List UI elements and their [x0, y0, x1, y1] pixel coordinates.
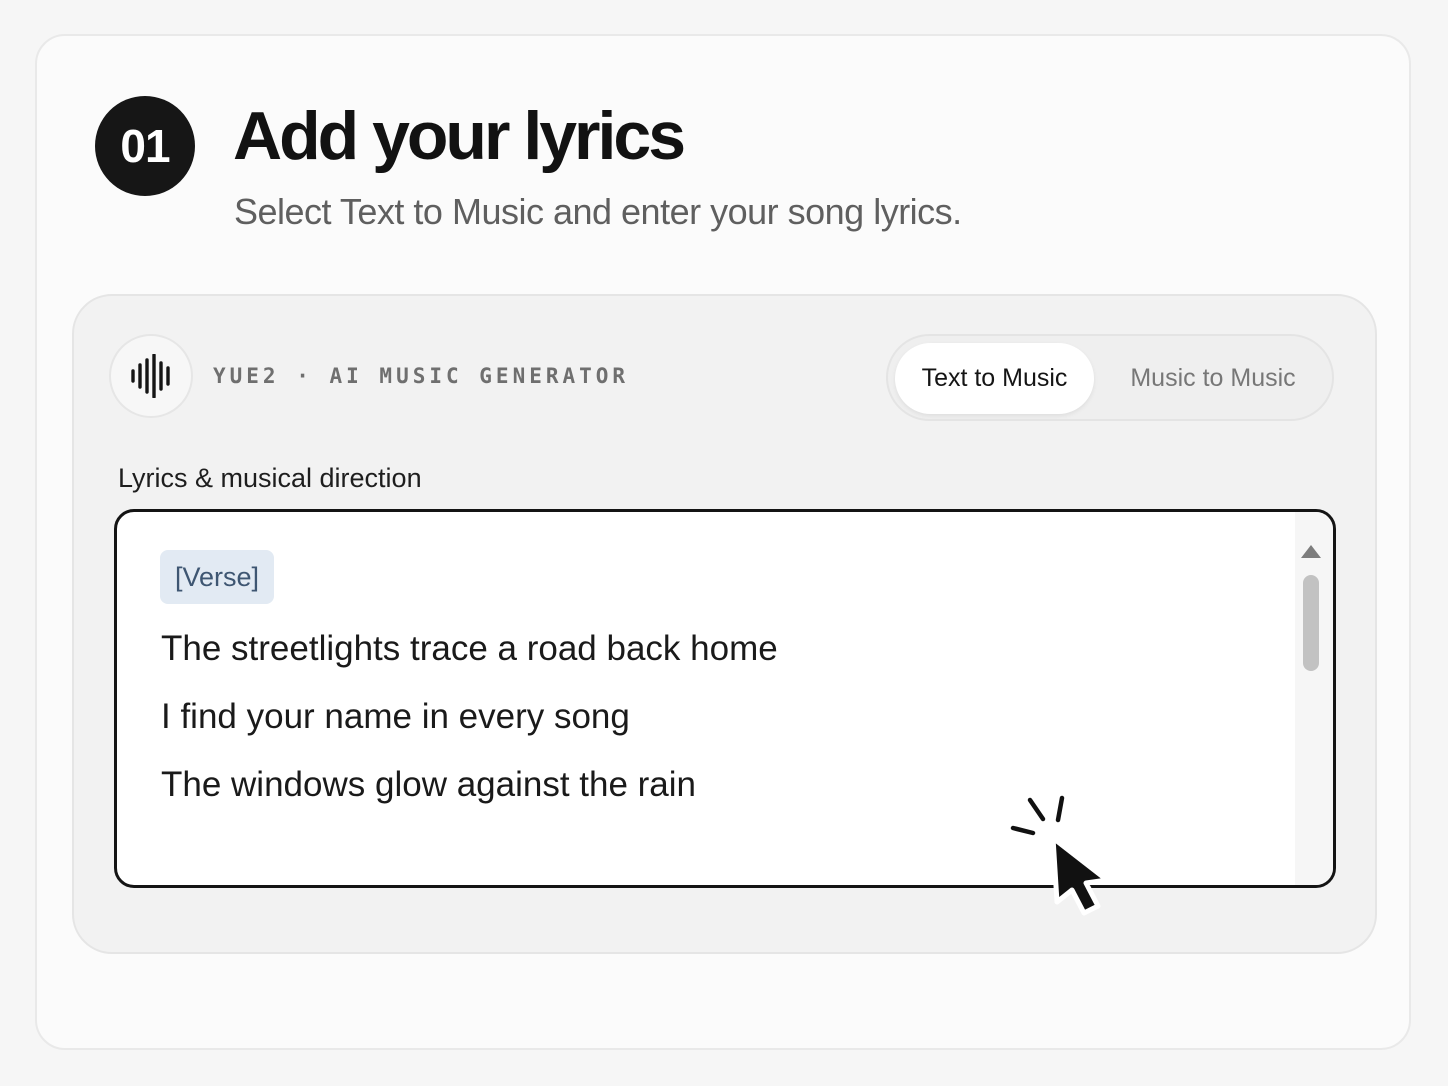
verse-section-tag: [Verse] — [160, 550, 275, 604]
app-brand-label: YUE2 · AI MUSIC GENERATOR — [213, 364, 630, 388]
lyric-line: The streetlights trace a road back home — [161, 629, 778, 668]
scrollbar-thumb[interactable] — [1303, 575, 1319, 671]
lyric-line: I find your name in every song — [161, 697, 630, 736]
lyrics-field-label: Lyrics & musical direction — [118, 463, 422, 493]
app-logo — [109, 334, 193, 418]
lyric-line: The windows glow against the rain — [161, 765, 697, 804]
lyrics-textarea[interactable]: [Verse] The streetlights trace a road ba… — [114, 509, 1336, 888]
step-number: 01 — [120, 120, 170, 172]
step-number-badge: 01 — [95, 96, 195, 196]
scroll-up-arrow-icon[interactable] — [1301, 545, 1321, 558]
page-subtitle: Select Text to Music and enter your song… — [234, 191, 962, 232]
mouse-pointer-click-icon — [1010, 795, 1110, 916]
scrollbar-track[interactable] — [1295, 512, 1333, 885]
music-to-music-option[interactable]: Music to Music — [1108, 343, 1318, 414]
waveform-icon — [131, 354, 170, 398]
page-title: Add your lyrics — [233, 98, 686, 174]
text-to-music-option[interactable]: Text to Music — [895, 343, 1094, 414]
mode-toggle: Text to Music Music to Music — [886, 334, 1334, 421]
